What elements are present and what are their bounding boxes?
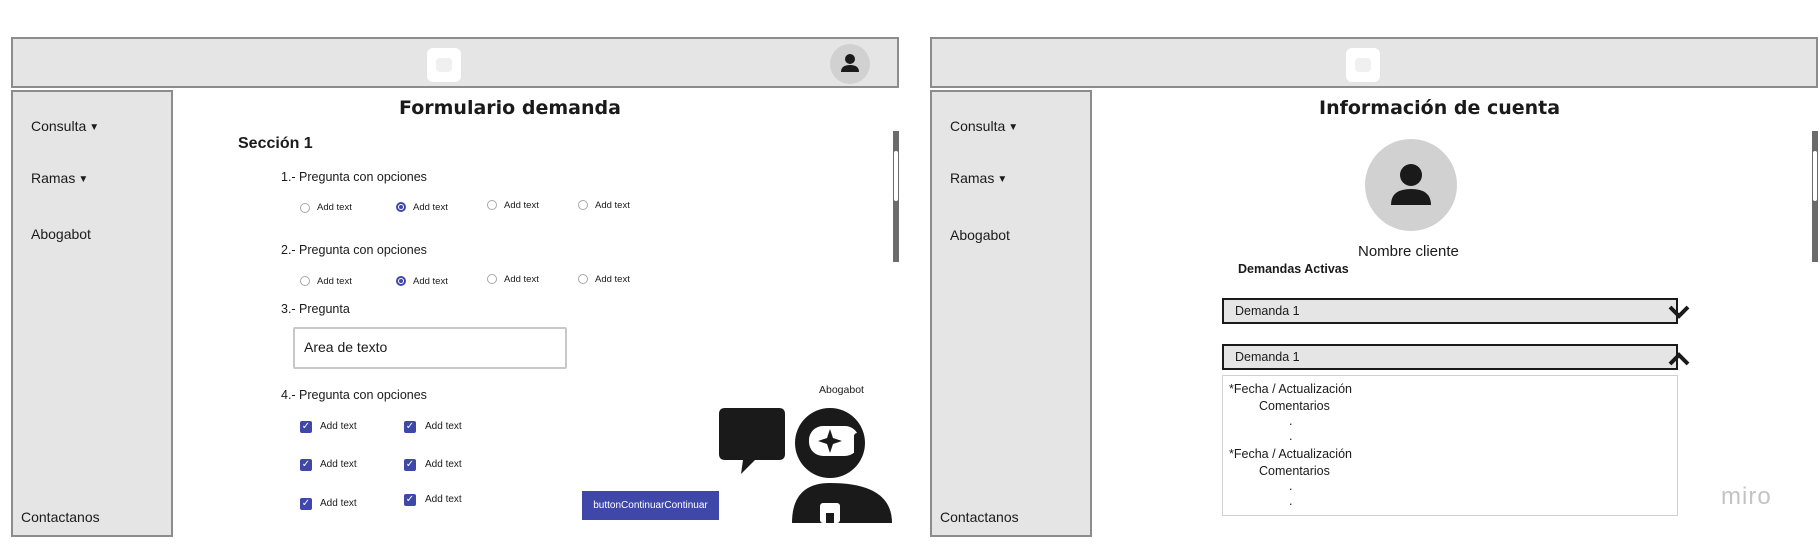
detail-date: *Fecha / Actualización [1229,382,1352,396]
detail-dot: . [1289,479,1293,493]
sidebar-item-label: Consulta [950,118,1006,134]
q1-option-1-label: Add text [317,202,352,213]
sidebar-item-abogabot[interactable]: Abogabot [950,227,1010,243]
detail-dot: . [1289,494,1293,508]
chevron-down-icon: ▼ [997,174,1008,185]
question-4-label: 4.- Pregunta con opciones [281,388,427,402]
sidebar-item-consulta[interactable]: Consulta ▼ [950,118,1018,134]
top-bar [11,37,899,88]
demand-details-panel: *Fecha / Actualización Comentarios . . *… [1222,375,1678,516]
sidebar-item-ramas[interactable]: Ramas ▼ [950,170,1007,186]
client-name: Nombre cliente [1358,243,1459,260]
chatbot-label: Abogabot [819,384,864,396]
detail-comments: Comentarios [1259,464,1330,478]
demand-accordion-collapsed[interactable]: Demanda 1 [1222,298,1678,324]
detail-dot: . [1289,414,1293,428]
q2-option-3-label: Add text [504,274,539,285]
question-2-label: 2.- Pregunta con opciones [281,243,427,257]
client-avatar-icon [1365,139,1457,231]
q1-option-2-radio[interactable] [396,202,406,212]
chat-bubble-icon[interactable] [719,408,787,476]
sidebar-item-consulta[interactable]: Consulta ▼ [31,118,99,134]
contact-link[interactable]: Contactanos [940,509,1019,525]
continue-button[interactable]: buttonContinuarContinuar [582,491,719,520]
q4-checkbox-4[interactable]: ✓ [404,459,416,471]
sidebar-item-label: Abogabot [950,227,1010,243]
detail-dot: . [1289,429,1293,443]
q1-option-3-radio[interactable] [487,200,497,210]
text-area[interactable]: Area de texto [293,327,567,369]
q4-checkbox-6[interactable]: ✓ [404,494,416,506]
q2-option-1-radio[interactable] [300,276,310,286]
sidebar-item-label: Consulta [31,118,87,134]
q1-option-1-radio[interactable] [300,203,310,213]
q4-checkbox-1-label: Add text [320,421,357,432]
q2-option-4-label: Add text [595,274,630,285]
top-bar [930,37,1818,88]
scrollbar[interactable] [893,131,899,262]
q2-option-3-radio[interactable] [487,274,497,284]
sidebar-item-ramas[interactable]: Ramas ▼ [31,170,88,186]
question-1-label: 1.- Pregunta con opciones [281,170,427,184]
q1-option-4-label: Add text [595,200,630,211]
sidebar: Consulta ▼ Ramas ▼ Abogabot Contactanos [930,90,1092,537]
page-title: Formulario demanda [399,97,621,119]
user-avatar-icon[interactable] [830,44,870,84]
sidebar-item-label: Ramas [950,170,995,186]
sidebar-item-label: Ramas [31,170,76,186]
app-logo-icon[interactable] [427,48,461,82]
q1-option-3-label: Add text [504,200,539,211]
miro-watermark: miro [1721,483,1772,510]
chevron-down-icon: ▼ [78,174,89,185]
page-title: Información de cuenta [1319,97,1561,119]
app-logo-icon[interactable] [1346,48,1380,82]
astronaut-icon[interactable] [792,407,894,523]
q4-checkbox-3[interactable]: ✓ [300,459,312,471]
sidebar-item-label: Abogabot [31,226,91,242]
q4-checkbox-3-label: Add text [320,459,357,470]
detail-comments: Comentarios [1259,399,1330,413]
q1-option-4-radio[interactable] [578,200,588,210]
sidebar: Consulta ▼ Ramas ▼ Abogabot Contactanos [11,90,173,537]
q4-checkbox-6-label: Add text [425,494,462,505]
chevron-down-icon[interactable] [1668,301,1690,321]
q2-option-2-radio[interactable] [396,276,406,286]
q4-checkbox-2-label: Add text [425,421,462,432]
q4-checkbox-4-label: Add text [425,459,462,470]
q4-checkbox-1[interactable]: ✓ [300,421,312,433]
demand-label: Demanda 1 [1235,304,1300,318]
q1-option-2-label: Add text [413,202,448,213]
q4-checkbox-5-label: Add text [320,498,357,509]
q2-option-1-label: Add text [317,276,352,287]
q2-option-2-label: Add text [413,276,448,287]
sidebar-item-abogabot[interactable]: Abogabot [31,226,91,242]
demand-label: Demanda 1 [1235,350,1300,364]
question-3-label: 3.- Pregunta [281,302,350,316]
chevron-down-icon: ▼ [1008,122,1019,133]
chevron-up-icon[interactable] [1668,350,1690,370]
q2-option-4-radio[interactable] [578,274,588,284]
scrollbar[interactable] [1812,131,1818,262]
q4-checkbox-2[interactable]: ✓ [404,421,416,433]
detail-date: *Fecha / Actualización [1229,447,1352,461]
q4-checkbox-5[interactable]: ✓ [300,498,312,510]
contact-link[interactable]: Contactanos [21,509,100,525]
demand-accordion-expanded[interactable]: Demanda 1 [1222,344,1678,370]
section-title: Sección 1 [238,135,313,152]
active-demands-heading: Demandas Activas [1238,262,1349,276]
chevron-down-icon: ▼ [89,122,100,133]
